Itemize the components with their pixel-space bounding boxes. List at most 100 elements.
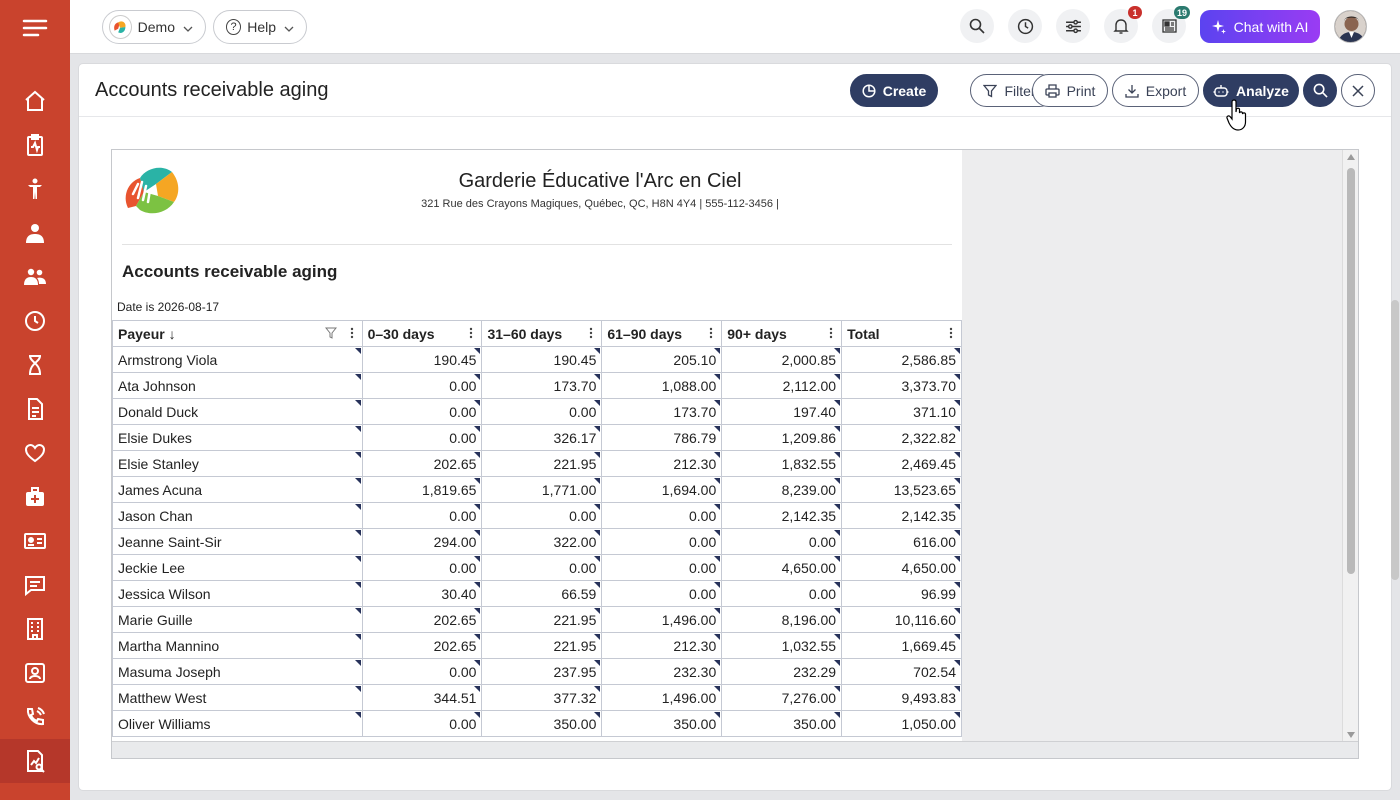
column-menu-icon[interactable]: [589, 327, 593, 339]
table-row[interactable]: Jessica Wilson 30.40 66.59 0.00 0.00 96.99: [112, 580, 962, 607]
sidebar-item-contacts[interactable]: [0, 651, 70, 695]
column-menu-icon[interactable]: [949, 327, 953, 339]
sidebar-item-messages[interactable]: [0, 563, 70, 607]
column-menu-icon[interactable]: [709, 327, 713, 339]
sidebar-item-facilities[interactable]: [0, 607, 70, 651]
sidebar-item-reports[interactable]: [0, 739, 70, 783]
amount-cell: 1,032.55: [721, 632, 843, 659]
amount-cell: 350.00: [601, 710, 723, 737]
table-row[interactable]: Donald Duck 0.00 0.00 173.70 197.40 371.10: [112, 398, 962, 425]
report-search-button[interactable]: [1303, 74, 1337, 107]
menu-icon: [22, 19, 48, 37]
amount-cell: 212.30: [601, 450, 723, 477]
amount-cell: 0.00: [601, 502, 723, 529]
table-row[interactable]: Jason Chan 0.00 0.00 0.00 2,142.35 2,142.35: [112, 502, 962, 529]
amount-cell: 232.29: [721, 658, 843, 685]
settings-sliders-button[interactable]: [1056, 9, 1090, 43]
amount-cell: 4,650.00: [721, 554, 843, 581]
amount-cell: 616.00: [841, 528, 962, 555]
table-row[interactable]: Elsie Dukes 0.00 326.17 786.79 1,209.86 2,322…: [112, 424, 962, 451]
menu-toggle-button[interactable]: [0, 0, 70, 56]
analyze-button[interactable]: Analyze: [1203, 74, 1299, 107]
amount-cell: 294.00: [361, 528, 483, 555]
vertical-scrollbar[interactable]: [1342, 150, 1358, 742]
table-row[interactable]: Ata Johnson 0.00 173.70 1,088.00 2,112.00 3,3…: [112, 372, 962, 399]
table-row[interactable]: Matthew West 344.51 377.32 1,496.00 7,276.00…: [112, 684, 962, 711]
column-header[interactable]: 31–60 days: [481, 320, 603, 347]
column-header[interactable]: 0–30 days: [361, 320, 483, 347]
table-row[interactable]: Oliver Williams 0.00 350.00 350.00 350.00 1,0…: [112, 710, 962, 737]
column-header[interactable]: 90+ days: [721, 320, 843, 347]
sidebar-item-billing[interactable]: [0, 387, 70, 431]
org-switcher[interactable]: Demo: [102, 10, 206, 44]
search-icon: [1313, 83, 1328, 98]
column-menu-icon[interactable]: [469, 327, 473, 339]
organization-address: 321 Rue des Crayons Magiques, Québec, QC…: [421, 198, 779, 210]
scroll-up-icon[interactable]: [1347, 154, 1355, 160]
table-row[interactable]: Jeckie Lee 0.00 0.00 0.00 4,650.00 4,650.00: [112, 554, 962, 581]
table-row[interactable]: Martha Mannino 202.65 221.95 212.30 1,032.55…: [112, 632, 962, 659]
page-scrollbar[interactable]: [1391, 300, 1399, 580]
column-filter-icon[interactable]: [325, 327, 337, 339]
table-row[interactable]: Jeanne Saint-Sir 294.00 322.00 0.00 0.00 616.…: [112, 528, 962, 555]
sidebar-item-daily-report[interactable]: [0, 123, 70, 167]
sidebar-item-home[interactable]: [0, 79, 70, 123]
news-button[interactable]: 19: [1152, 6, 1190, 43]
column-header[interactable]: Payeur ↓: [112, 320, 363, 347]
amount-cell: 202.65: [361, 606, 483, 633]
report-panel: Accounts receivable aging Create Filters…: [79, 64, 1391, 790]
table-row[interactable]: James Acuna 1,819.65 1,771.00 1,694.00 8,239…: [112, 476, 962, 503]
table-row[interactable]: Masuma Joseph 0.00 237.95 232.30 232.29 702.5…: [112, 658, 962, 685]
amount-cell: 0.00: [481, 398, 603, 425]
organization-name: Garderie Éducative l'Arc en Ciel: [458, 170, 742, 192]
table-row[interactable]: Elsie Stanley 202.65 221.95 212.30 1,832.55 2…: [112, 450, 962, 477]
sidebar-item-registration[interactable]: [0, 519, 70, 563]
column-menu-icon[interactable]: [829, 327, 833, 339]
sidebar-item-children[interactable]: [0, 167, 70, 211]
panel-header: Accounts receivable aging Create Filters…: [79, 64, 1391, 117]
amount-cell: 786.79: [601, 424, 723, 451]
sidebar-item-calls[interactable]: [0, 695, 70, 739]
horizontal-scrollbar[interactable]: [112, 741, 1358, 758]
user-avatar[interactable]: [1334, 10, 1367, 43]
column-header[interactable]: 61–90 days: [601, 320, 723, 347]
help-menu[interactable]: ? Help: [213, 10, 307, 44]
table-row[interactable]: Armstrong Viola 190.45 190.45 205.10 2,000.8…: [112, 346, 962, 373]
help-icon: ?: [226, 19, 242, 35]
chevron-down-icon: [183, 19, 193, 35]
create-button[interactable]: Create: [850, 74, 938, 107]
hourglass-icon: [29, 355, 41, 375]
amount-cell: 2,000.85: [721, 346, 843, 373]
amount-cell: 0.00: [361, 554, 483, 581]
medical-kit-icon: [26, 487, 44, 506]
global-search-button[interactable]: [960, 9, 994, 43]
sidebar-item-health[interactable]: [0, 431, 70, 475]
sidebar-item-waitlist[interactable]: [0, 343, 70, 387]
amount-cell: 702.54: [841, 658, 962, 685]
export-button[interactable]: Export: [1112, 74, 1199, 107]
amount-cell: 1,496.00: [601, 606, 723, 633]
close-button[interactable]: [1341, 74, 1375, 107]
history-button[interactable]: [1008, 9, 1042, 43]
column-header[interactable]: Total: [841, 320, 962, 347]
chat-with-ai-button[interactable]: Chat with AI: [1200, 10, 1320, 43]
vertical-scrollbar-thumb[interactable]: [1347, 168, 1355, 574]
sidebar-item-families[interactable]: [0, 255, 70, 299]
amount-cell: 1,669.45: [841, 632, 962, 659]
analyze-button-label: Analyze: [1236, 82, 1289, 99]
clipboard-icon: [27, 134, 43, 156]
home-icon: [25, 90, 45, 111]
amount-cell: 202.65: [361, 450, 483, 477]
column-header-label: 61–90 days: [607, 325, 683, 342]
sliders-icon: [1065, 19, 1081, 33]
column-menu-icon[interactable]: [350, 327, 354, 339]
notifications-button[interactable]: 1: [1104, 6, 1142, 43]
scroll-down-icon[interactable]: [1347, 732, 1355, 738]
table-row[interactable]: Marie Guille 202.65 221.95 1,496.00 8,196.00…: [112, 606, 962, 633]
report-viewer[interactable]: Garderie Éducative l'Arc en Ciel 321 Rue…: [111, 149, 1359, 759]
sidebar-item-medical[interactable]: [0, 475, 70, 519]
family-icon: [24, 268, 46, 285]
print-button[interactable]: Print: [1032, 74, 1108, 107]
sidebar-item-staff[interactable]: [0, 211, 70, 255]
sidebar-item-attendance[interactable]: [0, 299, 70, 343]
